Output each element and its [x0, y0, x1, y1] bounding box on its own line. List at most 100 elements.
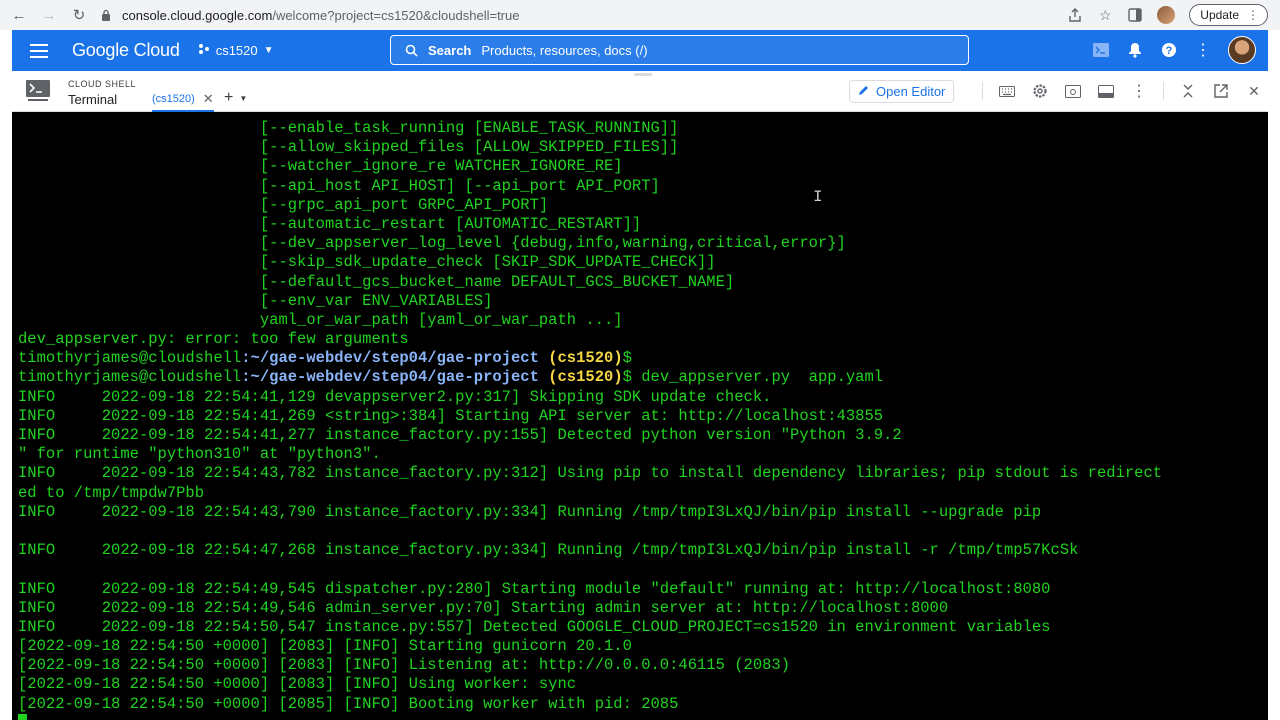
- open-editor-button[interactable]: Open Editor: [849, 80, 955, 103]
- terminal-line: [--allow_skipped_files [ALLOW_SKIPPED_FI…: [18, 138, 679, 157]
- terminal-line: dev_appserver.py: error: too few argumen…: [18, 330, 409, 349]
- terminal-line: ed to /tmp/tmpdw7Pbb: [18, 483, 205, 502]
- prompt-user: timothyrjames@cloudshell: [18, 368, 242, 387]
- more-vert-icon[interactable]: ⋮: [1130, 82, 1148, 100]
- prompt-path: :~/gae-webdev/step04/gae-project: [241, 368, 539, 387]
- terminal-line: INFO 2022-09-18 22:54:41,269 <string>:38…: [18, 406, 884, 425]
- terminal-line: INFO 2022-09-18 22:54:47,268 instance_fa…: [18, 541, 1079, 560]
- close-icon[interactable]: ✕: [1245, 82, 1263, 100]
- search-placeholder: Products, resources, docs (/): [481, 42, 648, 58]
- layout-icon[interactable]: [1097, 82, 1115, 100]
- url-host: console.cloud.google.com: [122, 7, 273, 23]
- text-cursor-icon: I: [813, 188, 823, 206]
- terminal-line: INFO 2022-09-18 22:54:43,790 instance_fa…: [18, 502, 1042, 521]
- terminal-line: [--dev_appserver_log_level {debug,info,w…: [18, 234, 846, 253]
- terminal-line: INFO 2022-09-18 22:54:49,545 dispatcher.…: [18, 579, 1051, 598]
- console-header: Google Cloud cs1520 ▼ Search Products, r…: [12, 30, 1268, 71]
- cloud-shell-icon[interactable]: [1092, 41, 1110, 59]
- lock-icon: [100, 8, 112, 22]
- web-preview-icon[interactable]: [1064, 82, 1082, 100]
- bookmark-star-icon[interactable]: ☆: [1097, 7, 1113, 23]
- browser-toolbar: ← → ↻ console.cloud.google.com/welcome?p…: [0, 0, 1280, 30]
- resize-handle[interactable]: [634, 73, 652, 76]
- terminal-cursor: [18, 713, 27, 720]
- terminal-line: [--enable_task_running [ENABLE_TASK_RUNN…: [18, 119, 679, 137]
- prompt-project: (cs1520): [538, 368, 623, 387]
- project-name: cs1520: [215, 43, 258, 58]
- pencil-icon: [858, 84, 870, 99]
- terminal-line: [--automatic_restart [AUTOMATIC_RESTART]…: [18, 214, 642, 233]
- chevron-down-icon: ▼: [263, 45, 274, 56]
- terminal-label: Terminal: [68, 92, 118, 107]
- prompt-line: timothyrjames@cloudshell:~/gae-webdev/st…: [18, 368, 1162, 387]
- svg-text:?: ?: [1166, 45, 1173, 57]
- terminal-line: [--grpc_api_port GRPC_API_PORT]: [18, 195, 549, 214]
- terminal-line: [--watcher_ignore_re WATCHER_IGNORE_RE]: [18, 157, 623, 176]
- terminal-line: [--skip_sdk_update_check [SKIP_SDK_UPDAT…: [18, 253, 716, 272]
- url-path: /welcome?project=cs1520&cloudshell=true: [272, 7, 520, 23]
- open-new-window-icon[interactable]: [1212, 82, 1230, 100]
- terminal-line: INFO 2022-09-18 22:54:43,782 instance_fa…: [18, 464, 1163, 483]
- search-input[interactable]: Search Products, resources, docs (/): [390, 35, 969, 65]
- project-icon: [198, 43, 210, 58]
- share-icon[interactable]: [1067, 7, 1083, 23]
- update-button[interactable]: Update ⋮: [1189, 4, 1268, 26]
- google-cloud-logo[interactable]: Google Cloud: [72, 40, 180, 61]
- prompt-project: (cs1520): [538, 349, 623, 368]
- terminal-lines: [--enable_task_running [ENABLE_TASK_RUNN…: [18, 119, 1162, 720]
- terminal-line: [--env_var ENV_VARIABLES]: [18, 291, 493, 310]
- account-avatar[interactable]: [1228, 36, 1256, 64]
- keyboard-icon[interactable]: [998, 82, 1016, 100]
- help-icon[interactable]: ?: [1160, 41, 1178, 59]
- prompt-user: timothyrjames@cloudshell: [18, 349, 242, 368]
- prompt-symbol: $: [622, 349, 632, 368]
- cloud-shell-title: CLOUD SHELL: [68, 79, 137, 89]
- more-vert-icon[interactable]: ⋮: [1194, 41, 1212, 59]
- forward-icon[interactable]: →: [38, 4, 60, 26]
- terminal-line: [--default_gcs_bucket_name DEFAULT_GCS_B…: [18, 272, 735, 291]
- terminal-output[interactable]: [--enable_task_running [ENABLE_TASK_RUNN…: [12, 112, 1268, 720]
- project-selector[interactable]: cs1520 ▼: [198, 43, 274, 58]
- search-icon: [405, 44, 418, 57]
- terminal-line: [2022-09-18 22:54:50 +0000] [2083] [INFO…: [18, 656, 791, 675]
- plus-icon: +: [224, 89, 234, 106]
- settings-gear-icon[interactable]: [1031, 82, 1049, 100]
- prompt-symbol: $: [622, 368, 632, 387]
- terminal-line: yaml_or_war_path [yaml_or_war_path ...]: [18, 310, 623, 329]
- tab-cs1520[interactable]: (cs1520) ✕: [152, 91, 214, 112]
- more-vert-icon: ⋮: [1247, 8, 1259, 22]
- terminal-line: [2022-09-18 22:54:50 +0000] [2083] [INFO…: [18, 675, 577, 694]
- terminal-line: INFO 2022-09-18 22:54:49,546 admin_serve…: [18, 598, 949, 617]
- terminal-line: [--api_host API_HOST] [--api_port API_PO…: [18, 176, 660, 195]
- menu-icon[interactable]: [30, 43, 48, 58]
- terminal-line: INFO 2022-09-18 22:54:50,547 instance.py…: [18, 617, 1051, 636]
- close-tab-icon[interactable]: ✕: [203, 91, 214, 107]
- command-text: dev_appserver.py app.yaml: [631, 368, 884, 387]
- terminal-line: " for runtime "python310" at "python3".: [18, 445, 381, 464]
- side-panel-icon[interactable]: [1127, 7, 1143, 23]
- cloud-shell-bar: CLOUD SHELL Terminal (cs1520) ✕ + ▼ Open…: [12, 71, 1268, 112]
- minimize-icon[interactable]: [1179, 82, 1197, 100]
- notifications-icon[interactable]: [1126, 41, 1144, 59]
- reload-icon[interactable]: ↻: [68, 4, 90, 26]
- terminal-line: INFO 2022-09-18 22:54:41,277 instance_fa…: [18, 426, 902, 444]
- cursor-line: [18, 713, 1162, 720]
- search-label: Search: [428, 42, 472, 58]
- open-editor-label: Open Editor: [876, 84, 946, 99]
- terminal-icon: [26, 80, 50, 102]
- address-bar[interactable]: console.cloud.google.com/welcome?project…: [100, 3, 1067, 27]
- back-icon[interactable]: ←: [8, 4, 30, 26]
- prompt-path: :~/gae-webdev/step04/gae-project: [241, 349, 539, 368]
- prompt-line: timothyrjames@cloudshell:~/gae-webdev/st…: [18, 349, 1162, 368]
- chevron-down-icon: ▼: [239, 93, 248, 103]
- terminal-line: [2022-09-18 22:54:50 +0000] [2083] [INFO…: [18, 637, 632, 656]
- divider: [1163, 82, 1164, 100]
- profile-avatar[interactable]: [1157, 6, 1176, 24]
- terminal-line: [2022-09-18 22:54:50 +0000] [2085] [INFO…: [18, 694, 679, 713]
- terminal-line: INFO 2022-09-18 22:54:41,129 devappserve…: [18, 387, 772, 406]
- add-tab-button[interactable]: + ▼: [224, 89, 247, 107]
- divider: [982, 82, 983, 100]
- tab-label: (cs1520): [152, 92, 195, 105]
- update-label: Update: [1200, 8, 1239, 22]
